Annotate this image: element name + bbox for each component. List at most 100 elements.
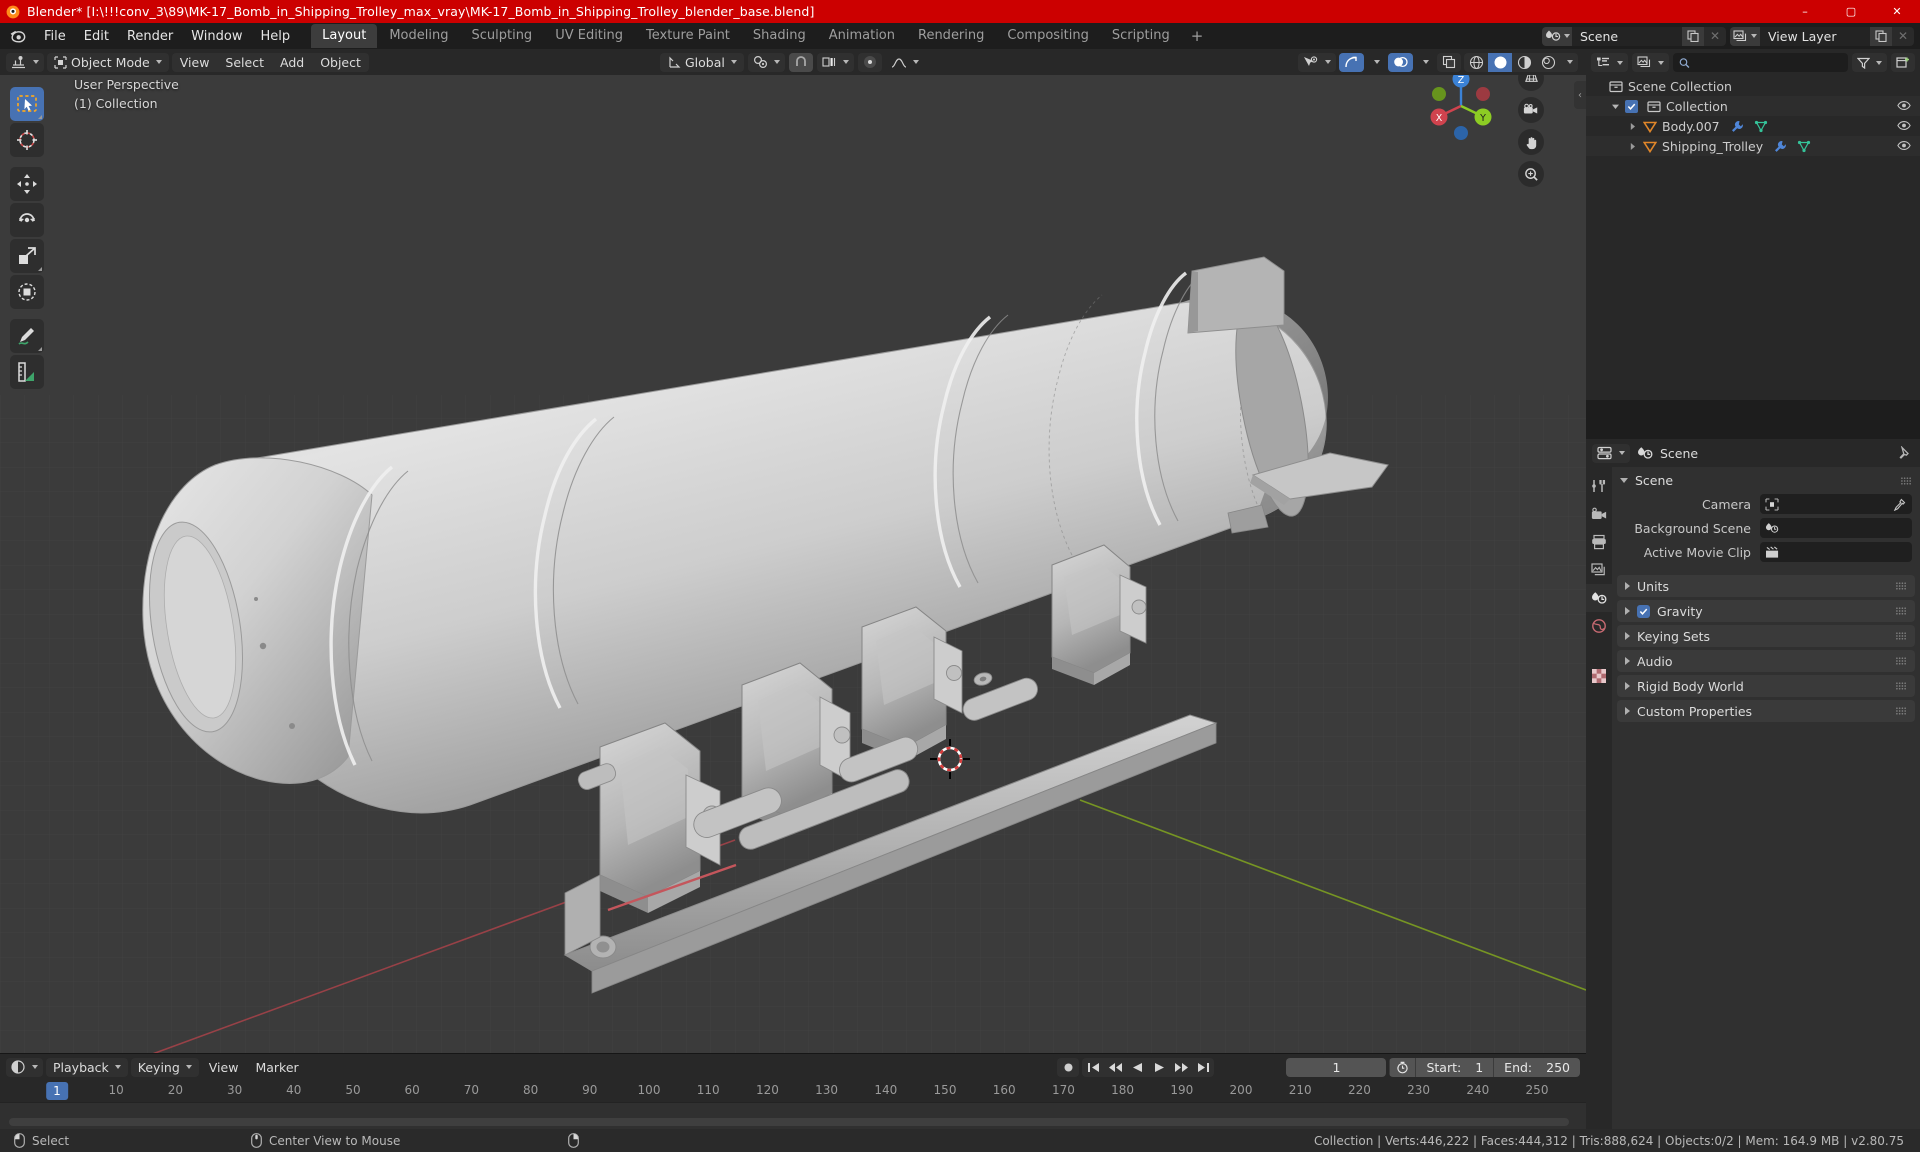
tab-texture-paint[interactable]: Texture Paint [635,24,741,48]
modifier-wrench-icon[interactable] [1730,120,1744,133]
timeline-keyframe-area[interactable] [0,1103,1586,1129]
disclosure-triangle-icon[interactable] [1609,100,1621,112]
properties-tab-texture[interactable] [1586,662,1612,690]
rotate-tool[interactable] [10,203,44,237]
tab-uv-editing[interactable]: UV Editing [544,24,634,48]
proportional-edit-icon[interactable] [857,52,882,72]
timeline-menu-playback[interactable]: Playback [46,1057,128,1077]
window-controls[interactable]: – ▢ ✕ [1782,0,1920,23]
autokey-icon[interactable] [1389,1057,1416,1077]
add-workspace-button[interactable]: + [1182,27,1213,46]
sidebar-toggle-arrow[interactable]: ‹ [1574,81,1586,109]
outliner-row-shipping-trolley[interactable]: Shipping_Trolley [1586,136,1920,156]
menu-edit[interactable]: Edit [75,26,118,47]
transform-orientation-dropdown[interactable]: Global [660,52,744,72]
mesh-data-icon[interactable] [1754,120,1768,133]
properties-tab-world[interactable] [1586,612,1612,640]
audio-panel-header[interactable]: Audio [1617,650,1915,672]
outliner-tree[interactable]: Scene Collection Collection Body.007 Shippi… [1586,76,1920,400]
minimize-button[interactable]: – [1782,0,1828,23]
viewport-menu-select[interactable]: Select [217,53,272,72]
filter-icon[interactable] [1852,53,1887,72]
jump-to-next-keyframe-button[interactable] [1170,1057,1193,1077]
cursor-tool[interactable] [10,123,44,157]
overlays-icon[interactable] [1388,52,1413,72]
menu-file[interactable]: File [35,26,75,47]
viewport-menu-object[interactable]: Object [312,53,369,72]
gravity-checkbox[interactable] [1637,604,1650,618]
scene-id-block[interactable]: Scene ✕ [1542,26,1726,46]
measure-tool[interactable] [10,355,44,389]
collection-checkbox[interactable] [1625,99,1638,114]
tab-scripting[interactable]: Scripting [1101,24,1181,48]
frame-end-field[interactable]: End: 250 [1493,1057,1580,1077]
viewlayer-id-block[interactable]: View Layer ✕ [1730,26,1914,46]
properties-tab-output[interactable] [1586,528,1612,556]
menu-render[interactable]: Render [118,26,182,47]
close-button[interactable]: ✕ [1874,0,1920,23]
background-scene-field[interactable] [1760,518,1912,538]
camera-field[interactable] [1760,494,1912,514]
proportional-falloff-dropdown[interactable] [886,53,924,72]
editor-type-3dview-icon[interactable] [6,52,44,72]
properties-editor-type-icon[interactable] [1592,443,1630,463]
outliner-display-mode-icon[interactable] [1591,53,1628,72]
3d-viewport[interactable]: Object Mode View Select Add Object Globa… [0,49,1586,1054]
tweak-select-box-tool[interactable] [10,87,44,121]
disclosure-triangle-icon[interactable] [1626,120,1638,132]
keying-sets-panel-header[interactable]: Keying Sets [1617,625,1915,647]
pin-icon[interactable] [1897,446,1911,460]
viewlayer-icon[interactable] [1730,26,1760,46]
properties-tab-viewlayer[interactable] [1586,556,1612,584]
outliner-search-input[interactable] [1673,53,1848,72]
timeline-menu-marker[interactable]: Marker [248,1058,305,1077]
maximize-button[interactable]: ▢ [1828,0,1874,23]
shading-wireframe-icon[interactable] [1464,53,1488,72]
disclosure-triangle-icon[interactable] [1626,140,1638,152]
unlink-scene-button[interactable]: ✕ [1704,26,1726,46]
viewport-menu-add[interactable]: Add [272,53,312,72]
xray-icon[interactable] [1437,52,1461,72]
shading-dropdown-caret[interactable] [1560,53,1578,72]
jump-to-start-button[interactable] [1082,1057,1105,1077]
outliner-row-collection[interactable]: Collection [1586,96,1920,116]
scene-panel-header[interactable]: Scene [1612,470,1920,491]
tab-shading[interactable]: Shading [742,24,817,48]
disclosure-triangle-icon[interactable] [1592,80,1604,92]
new-collection-icon[interactable] [1891,53,1915,72]
annotate-tool[interactable] [10,319,44,353]
timeline-menu-view[interactable]: View [202,1058,246,1077]
overlays-dropdown-caret[interactable] [1416,53,1434,72]
magnet-icon[interactable] [788,52,813,72]
toggle-camera-view-icon[interactable] [1518,97,1544,123]
new-scene-button[interactable] [1682,26,1704,46]
gravity-panel-header[interactable]: Gravity [1617,600,1915,622]
auto-keying-record-button[interactable] [1057,1057,1080,1077]
timeline-editor-type-icon[interactable] [6,1057,43,1077]
snap-target-dropdown[interactable] [816,52,854,72]
hide-in-viewport-icon[interactable] [1897,139,1911,154]
shading-rendered-icon[interactable] [1536,53,1560,72]
scene-name-field[interactable]: Scene [1572,26,1682,46]
rigid-body-world-panel-header[interactable]: Rigid Body World [1617,675,1915,697]
play-button[interactable] [1148,1057,1171,1077]
custom-properties-panel-header[interactable]: Custom Properties [1617,700,1915,722]
timeline-menu-keying[interactable]: Keying [130,1057,199,1077]
outliner-search-field[interactable] [1694,55,1842,70]
tab-compositing[interactable]: Compositing [996,24,1100,48]
viewport-canvas[interactable] [0,75,1586,1054]
shading-material-preview-icon[interactable] [1512,53,1536,72]
jump-to-end-button[interactable] [1192,1057,1215,1077]
modifier-wrench-icon[interactable] [1773,140,1787,153]
outliner-filter-id-icon[interactable] [1632,53,1669,72]
menu-help[interactable]: Help [252,26,300,47]
hide-in-viewport-icon[interactable] [1897,99,1911,114]
viewlayer-name-field[interactable]: View Layer [1760,26,1870,46]
blender-menu-icon[interactable] [8,26,28,46]
shading-solid-icon[interactable] [1488,52,1512,72]
properties-content[interactable]: Scene Camera Background Scene Active Mov… [1612,467,1920,1129]
properties-tab-tool[interactable] [1586,472,1612,500]
properties-tab-render[interactable] [1586,500,1612,528]
timeline-horizontal-scrollbar[interactable] [9,1118,1569,1126]
current-frame-field[interactable]: 1 [1286,1057,1387,1077]
